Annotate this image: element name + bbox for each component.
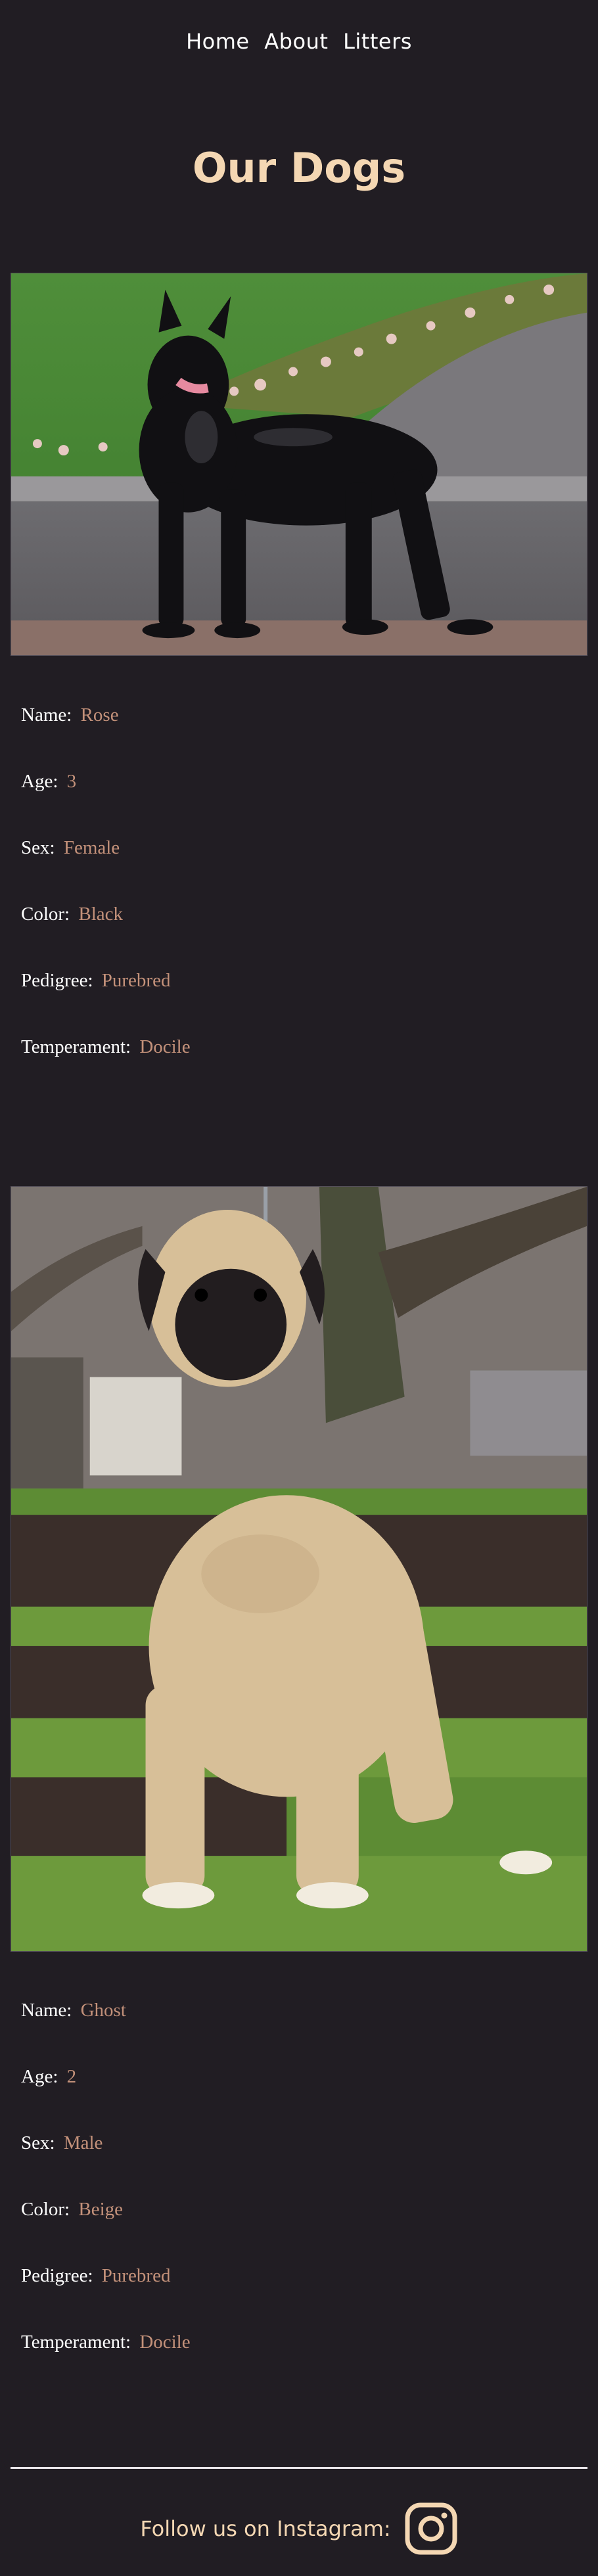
info-row-color: Color: Black (21, 905, 191, 971)
info-row-sex: Sex: Female (21, 839, 191, 905)
info-row-color: Color: Beige (21, 2200, 191, 2266)
page-title: Our Dogs (192, 144, 406, 192)
footer-divider (11, 2467, 587, 2469)
dog-photo-rose (11, 273, 587, 656)
info-row-sex: Sex: Male (21, 2134, 191, 2200)
field-value: Docile (139, 2332, 191, 2353)
field-value: Female (63, 837, 120, 858)
field-label: Name: (21, 2000, 72, 2021)
info-row-name: Name: Ghost (21, 2001, 191, 2067)
field-label: Name: (21, 704, 72, 725)
field-value: Purebred (101, 970, 171, 991)
field-value: Ghost (80, 2000, 126, 2021)
nav-home-link[interactable]: Home (186, 29, 250, 54)
field-label: Temperament: (21, 1036, 131, 1057)
dog-info-ghost: Name: Ghost Age: 2 Sex: Male Color: Beig… (21, 2001, 191, 2399)
instagram-icon[interactable] (404, 2502, 458, 2556)
info-row-pedigree: Pedigree: Purebred (21, 2266, 191, 2333)
top-nav: Home About Litters (0, 29, 598, 54)
info-row-temperament: Temperament: Docile (21, 1038, 191, 1104)
info-row-temperament: Temperament: Docile (21, 2333, 191, 2399)
dog-photo-ghost (11, 1186, 587, 1952)
field-value: Purebred (101, 2265, 171, 2286)
field-value: Beige (78, 2199, 124, 2220)
field-label: Sex: (21, 837, 55, 858)
field-label: Color: (21, 2199, 70, 2220)
field-label: Age: (21, 2066, 58, 2087)
field-value: Rose (80, 704, 119, 725)
field-label: Sex: (21, 2132, 55, 2153)
field-label: Age: (21, 771, 58, 792)
field-label: Color: (21, 904, 70, 925)
nav-litters-link[interactable]: Litters (343, 29, 412, 54)
field-value: Docile (139, 1036, 191, 1057)
dog-info-rose: Name: Rose Age: 3 Sex: Female Color: Bla… (21, 706, 191, 1104)
field-value: 2 (66, 2066, 77, 2087)
field-value: Black (78, 904, 124, 925)
info-row-pedigree: Pedigree: Purebred (21, 971, 191, 1038)
footer-text: Follow us on Instagram: (140, 2516, 391, 2541)
footer: Follow us on Instagram: (0, 2497, 598, 2560)
info-row-name: Name: Rose (21, 706, 191, 772)
field-label: Temperament: (21, 2332, 131, 2353)
nav-about-link[interactable]: About (264, 29, 328, 54)
field-value: Male (63, 2132, 103, 2153)
field-label: Pedigree: (21, 970, 93, 991)
info-row-age: Age: 2 (21, 2067, 191, 2134)
field-label: Pedigree: (21, 2265, 93, 2286)
info-row-age: Age: 3 (21, 772, 191, 839)
field-value: 3 (66, 771, 77, 792)
